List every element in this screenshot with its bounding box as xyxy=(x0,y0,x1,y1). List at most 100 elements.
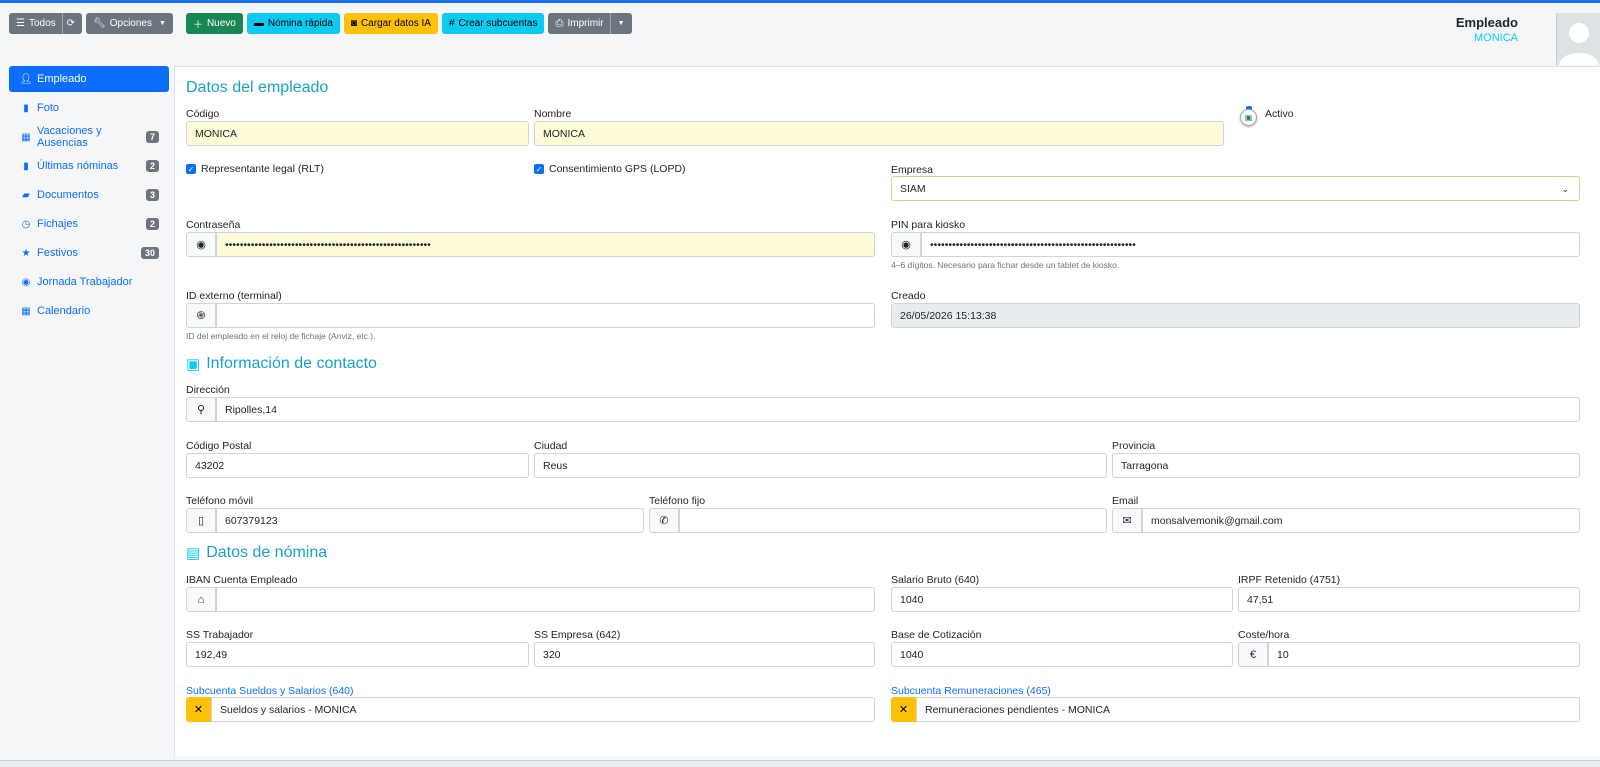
ss-empresa-label: SS Empresa (642) xyxy=(534,629,621,641)
sidebar-item-jornada[interactable]: ◉ Jornada Trabajador xyxy=(9,269,169,295)
calendar-x-icon: ▦ xyxy=(21,131,31,143)
sidebar-item-documentos[interactable]: ▰ Documentos 3 xyxy=(9,182,169,208)
user-clock-icon: ◉ xyxy=(21,276,31,288)
count-badge: 2 xyxy=(145,160,159,172)
sub-remun-input[interactable]: Remuneraciones pendientes - MONICA xyxy=(916,697,1580,722)
movil-input[interactable]: 607379123 xyxy=(216,508,644,533)
sidebar-item-festivos[interactable]: ★ Festivos 30 xyxy=(9,240,169,266)
euro-icon: € xyxy=(1238,642,1268,667)
file-image-icon: ▮ xyxy=(23,102,29,114)
empresa-label: Empresa xyxy=(891,164,934,176)
caret-down-icon: ▼ xyxy=(159,20,166,27)
base-input[interactable]: 1040 xyxy=(891,642,1233,667)
idext-help: ID del empleado en el reloj de fichaje (… xyxy=(186,331,376,341)
wrench-icon: 🔧︎ xyxy=(93,18,106,29)
map-pin-icon: ⚲ xyxy=(186,397,216,422)
irpf-input[interactable]: 47,51 xyxy=(1238,587,1580,612)
caret-down-icon: ▼ xyxy=(617,20,625,27)
sub-sueldos-input[interactable]: Sueldos y salarios - MONICA xyxy=(211,697,875,722)
nomina-rapida-button[interactable]: ▬ Nómina rápida xyxy=(246,13,340,34)
money-icon: ▬ xyxy=(253,18,264,29)
pin-label: PIN para kiosko xyxy=(891,219,966,231)
nuevo-button[interactable]: ＋ Nuevo xyxy=(185,13,243,34)
provincia-input[interactable]: Tarragona xyxy=(1112,453,1580,478)
crear-subcuentas-button[interactable]: # Crear subcuentas xyxy=(441,13,545,34)
cp-label: Código Postal xyxy=(186,440,252,452)
hashtag-icon: # xyxy=(448,18,455,29)
activo-label: Activo xyxy=(1265,108,1294,120)
show-pin-eye-icon[interactable]: ◉ xyxy=(891,232,921,257)
coste-label: Coste/hora xyxy=(1238,629,1290,641)
sidebar-item-nominas[interactable]: ▮ Últimas nóminas 2 xyxy=(9,153,169,179)
fijo-label: Teléfono fijo xyxy=(649,495,706,507)
idext-label: ID externo (terminal) xyxy=(186,290,282,302)
avatar[interactable] xyxy=(1556,13,1600,65)
idext-input[interactable] xyxy=(216,303,875,328)
sidebar-item-empleado[interactable]: 👤︎ Empleado xyxy=(9,66,169,92)
coste-input[interactable]: 10 xyxy=(1268,642,1580,667)
user-role: Empleado xyxy=(1455,15,1518,30)
pin-input[interactable]: ••••••••••••••••••••••••••••••••••••••••… xyxy=(921,232,1580,257)
folder-open-icon: ▰ xyxy=(22,189,30,201)
count-badge: 30 xyxy=(140,247,159,259)
direccion-input[interactable]: Ripolles,14 xyxy=(216,397,1580,422)
empresa-select[interactable]: SIAM ⌄ xyxy=(891,176,1580,201)
top-accent-bar xyxy=(0,0,1600,3)
pin-help: 4–6 dígitos. Necesario para fichar desde… xyxy=(891,260,1120,270)
opciones-button[interactable]: 🔧︎ Opciones ▼ xyxy=(86,13,173,34)
iban-label: IBAN Cuenta Empleado xyxy=(186,574,298,586)
sidebar-item-foto[interactable]: ▮ Foto xyxy=(9,95,169,121)
activo-toggle-robot-icon[interactable]: ▣ xyxy=(1240,109,1257,126)
sidebar-item-vacaciones[interactable]: ▦ Vacaciones y Ausencias 7 xyxy=(9,124,169,150)
ss-trabajador-input[interactable]: 192,49 xyxy=(186,642,529,667)
email-label: Email xyxy=(1112,495,1139,507)
clear-sueldos-close-icon[interactable]: ✕ xyxy=(186,697,211,722)
creado-input: 26/05/2026 15:13:38 xyxy=(891,303,1580,328)
address-book-icon: ▣ xyxy=(186,356,201,373)
ciudad-input[interactable]: Reus xyxy=(534,453,1107,478)
printer-icon: ⎙ xyxy=(555,18,564,29)
base-label: Base de Cotización xyxy=(891,629,982,641)
main-panel: Datos del empleado Código MONICA Nombre … xyxy=(174,66,1600,756)
sidebar-item-calendario[interactable]: ▦ Calendario xyxy=(9,298,169,324)
check-icon: ✓ xyxy=(534,164,544,174)
robot-icon: ◙ xyxy=(350,18,357,29)
count-badge: 2 xyxy=(145,218,159,230)
cargar-ia-button[interactable]: ◙ Cargar datos IA xyxy=(343,13,438,34)
count-badge: 3 xyxy=(145,189,159,201)
iban-input[interactable] xyxy=(216,587,875,612)
sub-remun-label[interactable]: Subcuenta Remuneraciones (465) xyxy=(891,685,1051,697)
password-input[interactable]: ••••••••••••••••••••••••••••••••••••••••… xyxy=(216,232,875,257)
ss-trabajador-label: SS Trabajador xyxy=(186,629,254,641)
sidebar-item-fichajes[interactable]: ◷ Fichajes 2 xyxy=(9,211,169,237)
email-input[interactable]: monsalvemonik@gmail.com xyxy=(1142,508,1580,533)
show-password-eye-icon[interactable]: ◉ xyxy=(186,232,216,257)
user-info: Empleado MONICA xyxy=(1456,15,1518,44)
user-gear-icon: 👤︎ xyxy=(19,73,33,85)
section-title-nomina: ▤ Datos de nómina xyxy=(186,544,328,562)
money-check-icon: ▤ xyxy=(186,545,201,562)
nombre-input[interactable]: MONICA xyxy=(534,121,1224,146)
provincia-label: Provincia xyxy=(1112,440,1156,452)
rlt-checkbox[interactable]: ✓ Representante legal (RLT) xyxy=(186,163,324,175)
clock-icon: ◷ xyxy=(21,218,31,230)
clear-remun-close-icon[interactable]: ✕ xyxy=(891,697,916,722)
ss-empresa-input[interactable]: 320 xyxy=(534,642,875,667)
toolbar: ☰ Todos ⟳ 🔧︎ Opciones ▼ ＋ Nuevo ▬ Nómina… xyxy=(9,13,636,34)
count-badge: 7 xyxy=(145,131,159,143)
fijo-input[interactable] xyxy=(679,508,1107,533)
check-icon: ✓ xyxy=(186,164,196,174)
imprimir-button[interactable]: ⎙ Imprimir ▼ xyxy=(548,13,632,34)
star-icon: ★ xyxy=(21,247,31,259)
mobile-phone-icon: ▯ xyxy=(186,508,216,533)
cp-input[interactable]: 43202 xyxy=(186,453,529,478)
salario-input[interactable]: 1040 xyxy=(891,587,1233,612)
codigo-label: Código xyxy=(186,108,220,120)
bottom-scrollbar[interactable] xyxy=(0,760,1600,767)
sub-sueldos-label[interactable]: Subcuenta Sueldos y Salarios (640) xyxy=(186,685,354,697)
codigo-input[interactable]: MONICA xyxy=(186,121,529,146)
gps-checkbox[interactable]: ✓ Consentimiento GPS (LOPD) xyxy=(534,163,686,175)
sidebar: 👤︎ Empleado ▮ Foto ▦ Vacaciones y Ausenc… xyxy=(9,66,169,327)
todos-button[interactable]: ☰ Todos ⟳ xyxy=(9,13,83,34)
creado-label: Creado xyxy=(891,290,926,302)
